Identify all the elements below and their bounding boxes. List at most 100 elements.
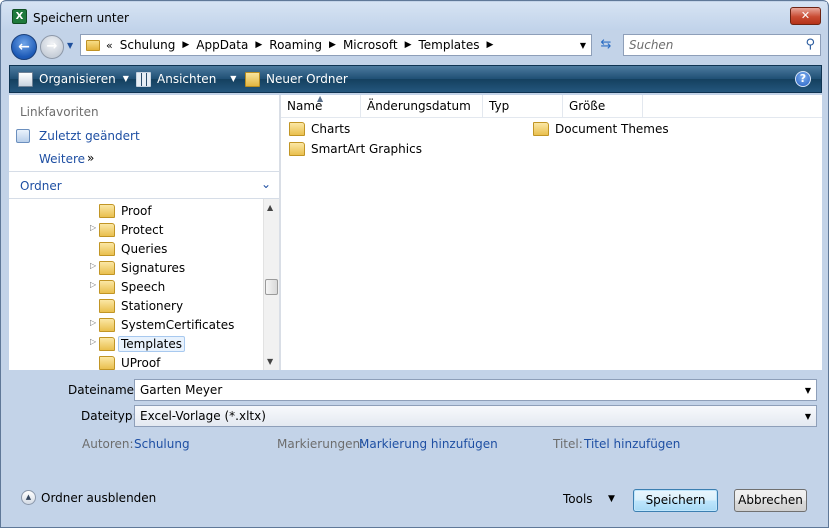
- filetype-label: Dateityp:: [81, 409, 137, 423]
- tree-item-label: Templates: [118, 335, 186, 352]
- authors-value[interactable]: Schulung: [134, 437, 190, 451]
- hide-folders-button[interactable]: ▲ Ordner ausblenden: [21, 490, 156, 505]
- filetype-select[interactable]: Excel-Vorlage (*.xltx) ▼: [134, 405, 817, 427]
- breadcrumb-separator-icon[interactable]: ▶: [329, 40, 336, 50]
- folder-icon: [99, 317, 115, 332]
- views-icon: [136, 71, 151, 87]
- title-bar[interactable]: X Speichern unter ✕: [2, 2, 827, 30]
- chevron-down-icon[interactable]: ▼: [608, 494, 615, 504]
- close-button[interactable]: ✕: [790, 7, 821, 25]
- scroll-down-icon[interactable]: ▼: [267, 357, 273, 366]
- column-header-label: Typ: [489, 99, 510, 113]
- more-arrows-icon[interactable]: »: [87, 151, 94, 165]
- file-list: ▲ Name Änderungsdatum Typ Größe Charts S…: [281, 94, 822, 370]
- tree-item-protect[interactable]: ▷ Protect: [90, 220, 164, 239]
- chevron-down-icon[interactable]: ▼: [805, 412, 811, 421]
- search-icon[interactable]: ⚲: [805, 37, 815, 52]
- cancel-button[interactable]: Abbrechen: [734, 489, 807, 512]
- column-header-label: Änderungsdatum: [367, 99, 471, 113]
- new-folder-icon: [245, 71, 260, 87]
- address-bar[interactable]: « Schulung ▶ AppData ▶ Roaming ▶ Microso…: [80, 34, 592, 56]
- filename-input[interactable]: [135, 380, 785, 400]
- chevron-down-icon[interactable]: ⌄: [261, 177, 271, 191]
- breadcrumb-templates[interactable]: Templates: [418, 38, 479, 52]
- expand-arrow-icon[interactable]: ▷: [90, 223, 96, 232]
- expand-arrow-icon[interactable]: ▷: [90, 318, 96, 327]
- recent-places-icon: [16, 129, 30, 143]
- tree-item-label: Signatures: [121, 260, 186, 275]
- help-icon[interactable]: ?: [795, 71, 811, 87]
- list-item-label: Charts: [311, 122, 351, 136]
- save-button[interactable]: Speichern: [633, 489, 718, 512]
- chevron-down-icon[interactable]: ▼: [805, 386, 811, 395]
- filename-label: Dateiname:: [68, 383, 139, 397]
- expand-arrow-icon[interactable]: ▷: [90, 280, 96, 289]
- favorite-recent-label: Zuletzt geändert: [39, 129, 140, 143]
- list-item[interactable]: SmartArt Graphics: [289, 140, 422, 158]
- filename-field[interactable]: ▼: [134, 379, 817, 401]
- tree-scrollbar[interactable]: ▲ ▼: [263, 199, 279, 370]
- folders-header[interactable]: Ordner ⌄: [9, 171, 279, 199]
- back-arrow-icon[interactable]: ←: [11, 34, 37, 60]
- column-header-size[interactable]: Größe: [563, 95, 643, 117]
- views-button[interactable]: Ansichten ▼: [136, 66, 236, 92]
- tree-item-queries[interactable]: Queries: [99, 239, 167, 258]
- column-header-modified[interactable]: Änderungsdatum: [361, 95, 483, 117]
- folder-icon: [99, 336, 115, 351]
- navigation-pane: Linkfavoriten Zuletzt geändert Weitere »…: [9, 95, 279, 370]
- tree-item-systemcertificates[interactable]: ▷ SystemCertificates: [90, 315, 234, 334]
- hide-folders-label: Ordner ausblenden: [41, 490, 157, 505]
- save-as-dialog: X Speichern unter ✕ ← → ▼ « Schulung ▶ A…: [0, 0, 829, 528]
- column-header-name[interactable]: ▲ Name: [281, 94, 361, 117]
- new-folder-button[interactable]: Neuer Ordner: [245, 66, 348, 92]
- breadcrumb-separator-icon[interactable]: ▶: [255, 40, 262, 50]
- tree-item-proof[interactable]: Proof: [99, 201, 152, 220]
- list-item[interactable]: Document Themes: [533, 120, 669, 138]
- organize-button[interactable]: Organisieren ▼: [18, 66, 129, 92]
- tree-item-templates[interactable]: ▷ Templates: [90, 334, 186, 353]
- breadcrumb-roaming[interactable]: Roaming: [269, 38, 322, 52]
- new-folder-label: Neuer Ordner: [266, 72, 348, 86]
- scrollbar-thumb[interactable]: [265, 279, 278, 295]
- history-dropdown-icon[interactable]: ▼: [67, 41, 77, 51]
- tools-button[interactable]: Tools: [563, 492, 593, 506]
- scroll-up-icon[interactable]: ▲: [267, 203, 273, 212]
- title-value[interactable]: Titel hinzufügen: [584, 437, 680, 451]
- views-label: Ansichten: [157, 72, 217, 86]
- breadcrumb-separator-icon[interactable]: ▶: [487, 40, 494, 50]
- favorite-recent-changes[interactable]: Zuletzt geändert: [16, 129, 140, 143]
- forward-arrow-icon[interactable]: →: [40, 35, 64, 59]
- column-header-label: Größe: [569, 99, 606, 113]
- tree-item-signatures[interactable]: ▷ Signatures: [90, 258, 186, 277]
- breadcrumb-schulung[interactable]: Schulung: [120, 38, 176, 52]
- search-box[interactable]: ⚲: [623, 34, 821, 56]
- address-dropdown-icon[interactable]: ▼: [580, 41, 586, 50]
- tree-item-uproof[interactable]: UProof: [99, 353, 160, 370]
- tags-value[interactable]: Markierung hinzufügen: [359, 437, 498, 451]
- expand-arrow-icon[interactable]: ▷: [90, 337, 96, 346]
- folder-icon: [99, 260, 115, 275]
- expand-arrow-icon[interactable]: ▷: [90, 261, 96, 270]
- search-input[interactable]: [629, 35, 799, 55]
- title-label: Titel:: [553, 437, 583, 451]
- breadcrumb-appdata[interactable]: AppData: [196, 38, 248, 52]
- folder-icon: [99, 241, 115, 256]
- chevron-down-icon: ▼: [230, 74, 237, 83]
- breadcrumb-microsoft[interactable]: Microsoft: [343, 38, 398, 52]
- breadcrumb-separator-icon[interactable]: ▶: [182, 40, 189, 50]
- folder-icon: [99, 279, 115, 294]
- list-item[interactable]: Charts: [289, 120, 350, 138]
- tree-item-stationery[interactable]: Stationery: [99, 296, 183, 315]
- refresh-icon[interactable]: ⇆: [595, 36, 617, 54]
- tree-item-speech[interactable]: ▷ Speech: [90, 277, 165, 296]
- column-header-type[interactable]: Typ: [483, 95, 563, 117]
- breadcrumb-overflow[interactable]: «: [106, 39, 113, 52]
- more-favorites-link[interactable]: Weitere: [39, 152, 85, 166]
- folder-icon: [99, 355, 115, 370]
- command-toolbar: Organisieren ▼ Ansichten ▼ Neuer Ordner …: [9, 65, 822, 93]
- folder-icon: [86, 39, 100, 51]
- folder-icon: [289, 142, 305, 156]
- tree-item-label: Protect: [121, 222, 164, 237]
- collapse-up-icon: ▲: [21, 490, 36, 505]
- breadcrumb-separator-icon[interactable]: ▶: [405, 40, 412, 50]
